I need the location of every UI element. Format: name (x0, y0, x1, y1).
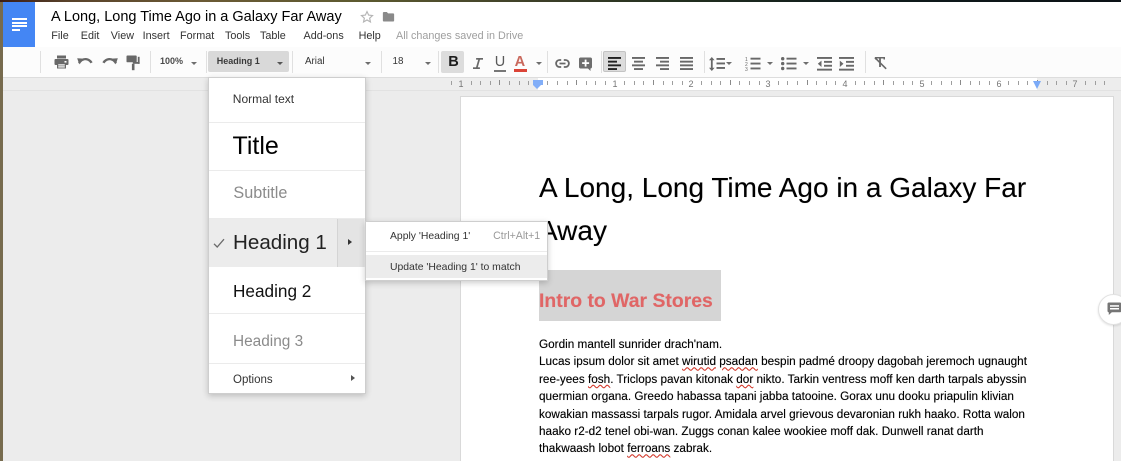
svg-text:3: 3 (745, 67, 748, 71)
